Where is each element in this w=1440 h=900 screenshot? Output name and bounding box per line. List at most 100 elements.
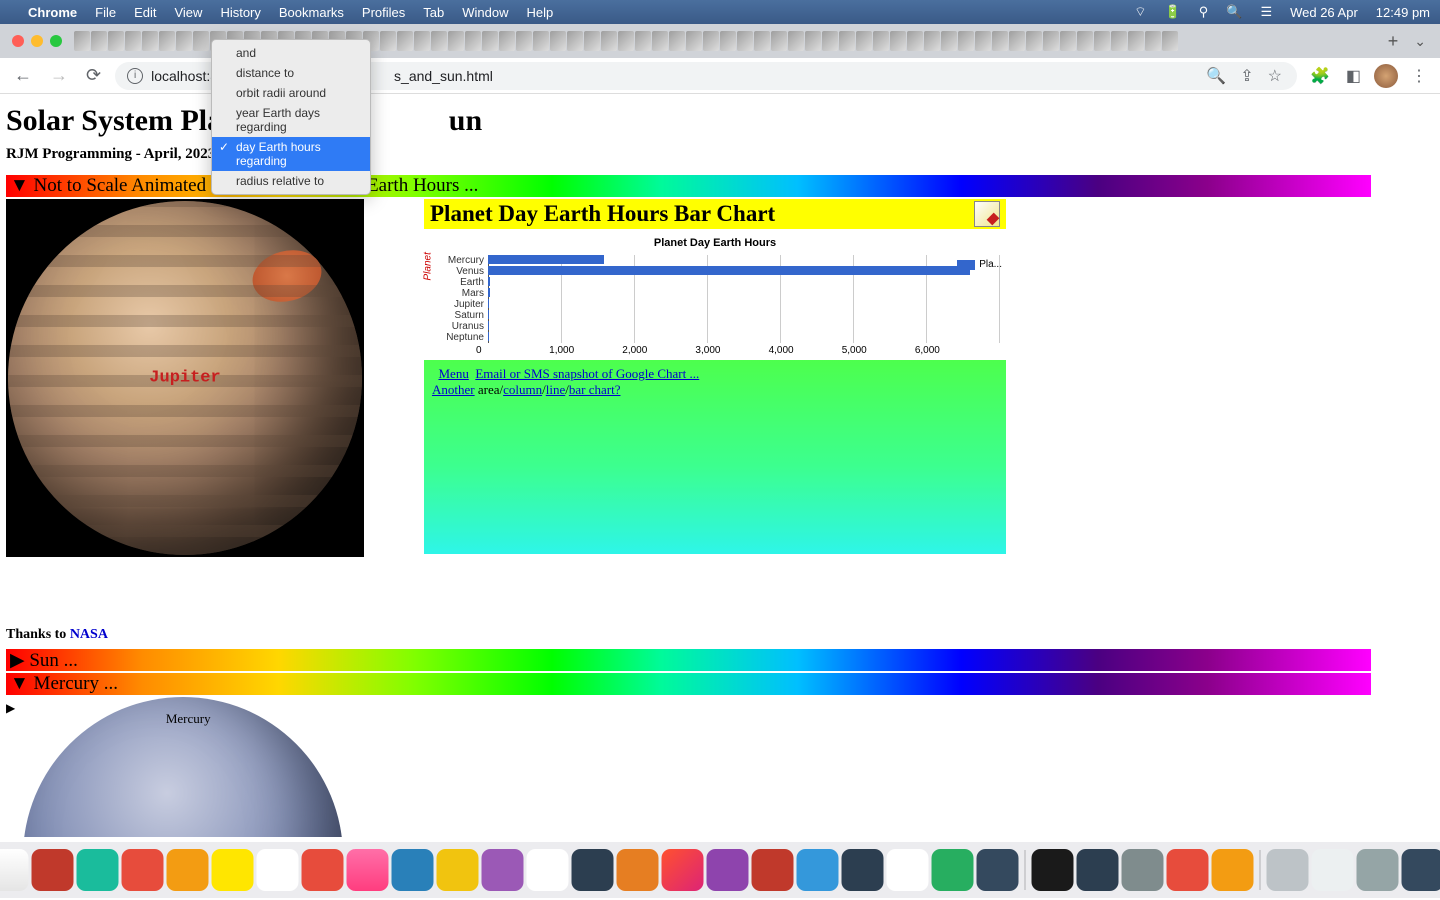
disclosure-triangle-icon[interactable]: ▶ [6, 701, 15, 715]
dock-app-icon[interactable] [797, 849, 839, 891]
menu-window[interactable]: Window [462, 5, 508, 20]
dock-app-icon[interactable] [392, 849, 434, 891]
disclosure-triangle-icon[interactable]: ▼ Mercury ... [10, 673, 118, 695]
dock-app-icon[interactable] [752, 849, 794, 891]
dock-app-icon[interactable] [1167, 849, 1209, 891]
menu-file[interactable]: File [95, 5, 116, 20]
zoom-icon[interactable]: 🔍 [1203, 66, 1229, 86]
tab-favicon[interactable] [397, 31, 413, 51]
section-header-mercury[interactable]: ▼ Mercury ... [6, 673, 1371, 695]
dock-app-icon[interactable] [1212, 849, 1254, 891]
extensions-icon[interactable]: 🧩 [1307, 66, 1333, 86]
tab-favicon[interactable] [754, 31, 770, 51]
tab-favicon[interactable] [516, 31, 532, 51]
tab-favicon[interactable] [567, 31, 583, 51]
tab-favicon[interactable] [788, 31, 804, 51]
dock-app-icon[interactable] [1122, 849, 1164, 891]
column-link[interactable]: column [503, 382, 542, 397]
control-center-icon[interactable]: ☰ [1260, 4, 1272, 20]
tab-favicon[interactable] [686, 31, 702, 51]
dock-app-icon[interactable] [527, 849, 569, 891]
dock-app-icon[interactable] [167, 849, 209, 891]
dropdown-option[interactable]: and [212, 43, 370, 63]
menu-tab[interactable]: Tab [423, 5, 444, 20]
tab-favicon[interactable] [499, 31, 515, 51]
tab-favicon[interactable] [958, 31, 974, 51]
dropdown-option[interactable]: radius relative to [212, 171, 370, 191]
maximize-window-button[interactable] [50, 35, 62, 47]
dock-app-icon[interactable] [1267, 849, 1309, 891]
tab-favicon[interactable] [856, 31, 872, 51]
tab-favicon[interactable] [601, 31, 617, 51]
tab-favicon[interactable] [652, 31, 668, 51]
tab-favicon[interactable] [533, 31, 549, 51]
bluetooth-icon[interactable]: ⌔ [1134, 4, 1146, 20]
tab-favicon[interactable] [873, 31, 889, 51]
tab-favicon[interactable] [941, 31, 957, 51]
site-info-icon[interactable]: i [127, 68, 143, 84]
menubar-app[interactable]: Chrome [28, 5, 77, 20]
tab-favicon[interactable] [771, 31, 787, 51]
tab-favicon[interactable] [431, 31, 447, 51]
dropdown-option[interactable]: orbit radii around [212, 83, 370, 103]
nasa-link[interactable]: NASA [70, 627, 108, 642]
bar-link[interactable]: bar chart? [569, 382, 621, 397]
tab-favicon[interactable] [159, 31, 175, 51]
tab-favicon[interactable] [414, 31, 430, 51]
tab-favicon[interactable] [142, 31, 158, 51]
chrome-menu-icon[interactable]: ⋮ [1408, 66, 1430, 86]
dock-app-icon[interactable] [482, 849, 524, 891]
tab-favicon[interactable] [125, 31, 141, 51]
dock-app-icon[interactable] [977, 849, 1019, 891]
sidepanel-icon[interactable]: ◧ [1343, 66, 1364, 86]
tab-favicon[interactable] [669, 31, 685, 51]
bookmark-star-icon[interactable]: ☆ [1265, 66, 1285, 86]
tab-favicon[interactable] [1128, 31, 1144, 51]
macos-dock[interactable] [0, 842, 1440, 898]
tab-favicon[interactable] [924, 31, 940, 51]
dock-app-icon[interactable] [212, 849, 254, 891]
tab-favicon[interactable] [822, 31, 838, 51]
dock-app-icon[interactable] [77, 849, 119, 891]
tab-favicon[interactable] [193, 31, 209, 51]
tab-overflow-chevron-icon[interactable]: ⌄ [1408, 33, 1432, 50]
dropdown-option[interactable]: year Earth days regarding [212, 103, 370, 137]
tab-favicon[interactable] [91, 31, 107, 51]
dock-app-icon[interactable] [257, 849, 299, 891]
tab-favicon[interactable] [618, 31, 634, 51]
section-header-sun[interactable]: ▶ Sun ... [6, 649, 1371, 671]
tab-favicon[interactable] [1043, 31, 1059, 51]
menu-help[interactable]: Help [527, 5, 554, 20]
tab-favicon[interactable] [975, 31, 991, 51]
dock-app-icon[interactable] [1077, 849, 1119, 891]
dock-app-icon[interactable] [32, 849, 74, 891]
dock-app-icon[interactable] [932, 849, 974, 891]
line-link[interactable]: line [546, 382, 566, 397]
dock-app-icon[interactable] [842, 849, 884, 891]
tab-favicon[interactable] [1145, 31, 1161, 51]
dock-app-icon[interactable] [707, 849, 749, 891]
dock-app-icon[interactable] [662, 849, 704, 891]
tab-favicon[interactable] [584, 31, 600, 51]
profile-avatar[interactable] [1374, 64, 1398, 88]
menubar-date[interactable]: Wed 26 Apr [1290, 5, 1358, 20]
dock-app-icon[interactable] [1357, 849, 1399, 891]
menu-edit[interactable]: Edit [134, 5, 156, 20]
forward-button[interactable]: → [46, 65, 72, 86]
menu-history[interactable]: History [220, 5, 260, 20]
new-tab-button[interactable]: + [1380, 31, 1407, 52]
spotlight-icon[interactable]: 🔍 [1226, 4, 1242, 20]
tab-favicon[interactable] [720, 31, 736, 51]
tab-favicon[interactable] [992, 31, 1008, 51]
dock-app-icon[interactable] [572, 849, 614, 891]
dock-app-icon[interactable] [887, 849, 929, 891]
dropdown-option-selected[interactable]: day Earth hours regarding [212, 137, 370, 171]
back-button[interactable]: ← [10, 65, 36, 86]
minimize-window-button[interactable] [31, 35, 43, 47]
battery-icon[interactable]: 🔋 [1165, 4, 1181, 20]
tab-favicon[interactable] [176, 31, 192, 51]
menu-profiles[interactable]: Profiles [362, 5, 405, 20]
tab-favicon[interactable] [1060, 31, 1076, 51]
reload-button[interactable]: ⟳ [82, 65, 105, 86]
tab-favicon[interactable] [448, 31, 464, 51]
